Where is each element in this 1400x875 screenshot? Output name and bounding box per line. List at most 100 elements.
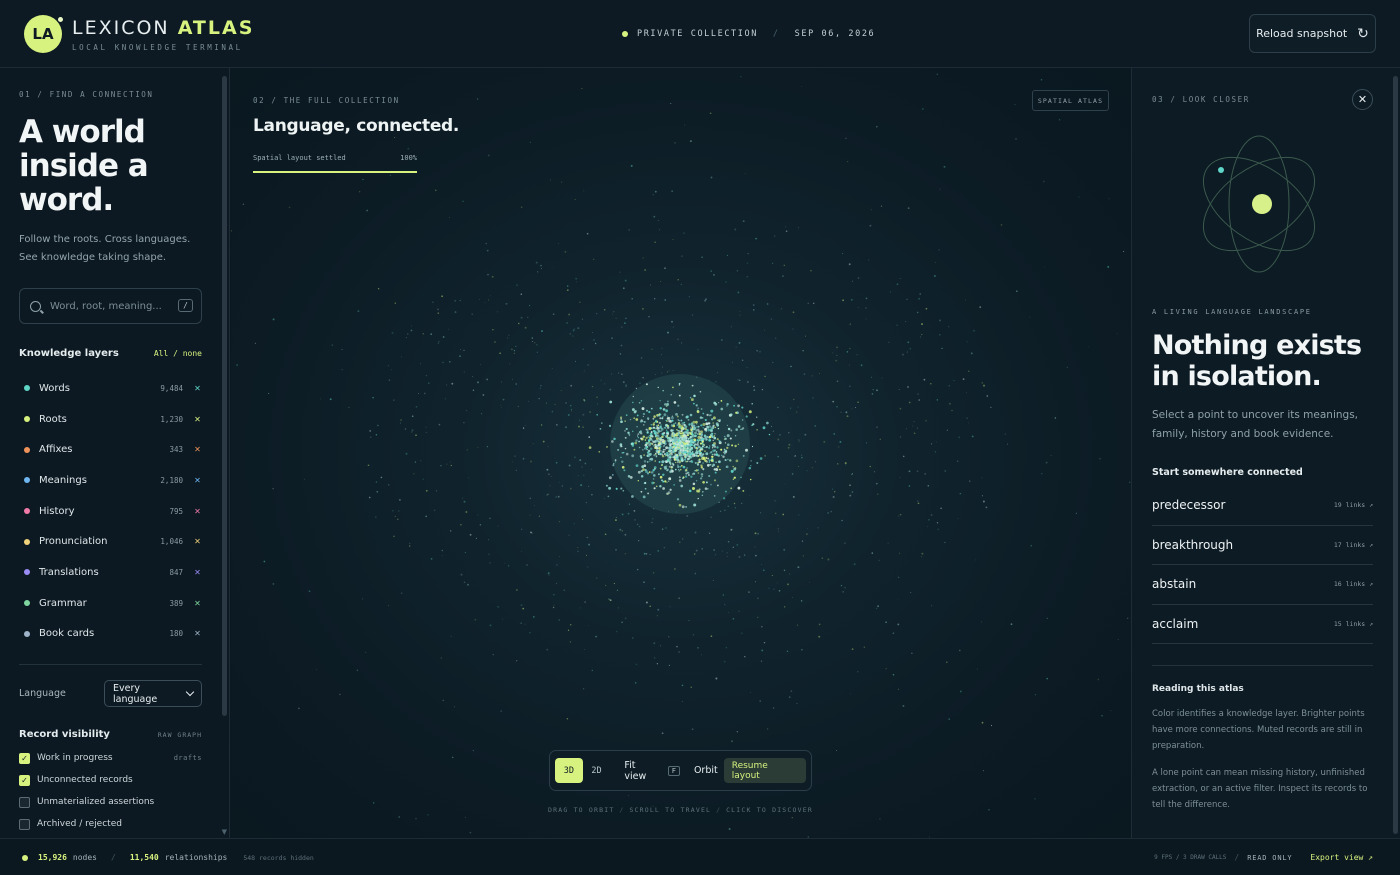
search-box[interactable]: / bbox=[19, 288, 202, 324]
layer-item[interactable]: Grammar 389 ✕ bbox=[19, 588, 202, 619]
graph-node bbox=[739, 310, 741, 312]
layer-count: 795 bbox=[169, 506, 183, 516]
fps-readout: 9 FPS / 3 DRAW CALLS bbox=[1154, 854, 1227, 861]
reload-snapshot-button[interactable]: Reload snapshot ↻ bbox=[1249, 14, 1376, 53]
fit-view-button[interactable]: Fit view F bbox=[616, 758, 688, 783]
checkbox-icon[interactable] bbox=[19, 796, 30, 808]
resume-layout-button[interactable]: Resume layout bbox=[723, 758, 806, 783]
graph-node bbox=[555, 461, 558, 464]
graph-node bbox=[446, 384, 448, 386]
layer-remove-icon[interactable]: ✕ bbox=[193, 384, 202, 393]
graph-node bbox=[791, 472, 794, 475]
layer-remove-icon[interactable]: ✕ bbox=[193, 537, 202, 546]
graph-node bbox=[572, 329, 575, 332]
layer-item[interactable]: Affixes 343 ✕ bbox=[19, 434, 202, 465]
graph-node bbox=[804, 433, 807, 436]
connection-item[interactable]: predecessor 19 links ↗ bbox=[1152, 486, 1373, 526]
layer-remove-icon[interactable]: ✕ bbox=[193, 476, 202, 485]
layer-item[interactable]: Meanings 2,180 ✕ bbox=[19, 465, 202, 496]
layer-item[interactable]: Book cards 180 ✕ bbox=[19, 619, 202, 650]
checkbox-checked-icon[interactable]: ✓ bbox=[19, 752, 30, 764]
layer-remove-icon[interactable]: ✕ bbox=[193, 445, 202, 454]
graph-node bbox=[814, 425, 816, 427]
connection-item[interactable]: abstain 16 links ↗ bbox=[1152, 565, 1373, 605]
graph-node bbox=[1045, 461, 1048, 464]
orbit-button[interactable]: Orbit bbox=[688, 758, 724, 783]
graph-node bbox=[917, 393, 919, 395]
graph-node bbox=[649, 554, 651, 555]
graph-node bbox=[740, 76, 742, 78]
graph-node bbox=[673, 459, 676, 461]
mode-3d-button[interactable]: 3D bbox=[555, 758, 583, 783]
export-view-link[interactable]: Export view ↗ bbox=[1310, 853, 1373, 862]
visibility-option[interactable]: ✓ Unconnected records bbox=[19, 769, 202, 791]
graph-node bbox=[438, 423, 441, 426]
graph-node bbox=[570, 408, 572, 410]
graph-node bbox=[658, 461, 661, 463]
search-input[interactable] bbox=[50, 300, 170, 312]
layer-item[interactable]: Translations 847 ✕ bbox=[19, 557, 202, 588]
layer-remove-icon[interactable]: ✕ bbox=[193, 568, 202, 577]
close-icon[interactable]: ✕ bbox=[1352, 89, 1373, 110]
right-scrollbar[interactable] bbox=[1393, 76, 1398, 834]
checkbox-checked-icon[interactable]: ✓ bbox=[19, 774, 30, 786]
graph-node bbox=[847, 161, 849, 163]
graph-node bbox=[840, 411, 842, 413]
layer-item[interactable]: Pronunciation 1,046 ✕ bbox=[19, 526, 202, 557]
graph-node bbox=[672, 447, 675, 450]
layer-remove-icon[interactable]: ✕ bbox=[193, 629, 202, 638]
raw-graph-tag: RAW GRAPH bbox=[157, 730, 202, 739]
graph-node bbox=[716, 465, 720, 468]
graph-node bbox=[1123, 250, 1125, 253]
graph-view[interactable]: 02 / THE FULL COLLECTION Language, conne… bbox=[231, 68, 1131, 838]
layer-item[interactable]: Roots 1,230 ✕ bbox=[19, 404, 202, 435]
graph-node bbox=[757, 532, 760, 535]
mode-2d-button[interactable]: 2D bbox=[583, 758, 611, 783]
graph-node bbox=[625, 452, 629, 456]
graph-node bbox=[466, 449, 468, 451]
graph-node bbox=[740, 502, 742, 504]
graph-node bbox=[705, 445, 708, 449]
graph-node bbox=[589, 411, 591, 413]
checkbox-icon[interactable] bbox=[19, 818, 30, 830]
graph-node bbox=[939, 188, 941, 190]
visibility-option[interactable]: Unmaterialized assertions bbox=[19, 791, 202, 813]
graph-node bbox=[558, 243, 560, 245]
graph-node bbox=[700, 473, 704, 476]
graph-node bbox=[943, 165, 946, 168]
graph-node bbox=[788, 696, 791, 699]
graph-node bbox=[668, 369, 670, 371]
layer-remove-icon[interactable]: ✕ bbox=[193, 415, 202, 424]
layers-all-none-toggle[interactable]: All / none bbox=[154, 349, 202, 358]
graph-node bbox=[761, 649, 764, 652]
layer-remove-icon[interactable]: ✕ bbox=[193, 507, 202, 516]
graph-node bbox=[687, 418, 690, 421]
connection-item[interactable]: acclaim 15 links ↗ bbox=[1152, 605, 1373, 644]
record-visibility-title: Record visibility bbox=[19, 729, 110, 740]
graph-canvas[interactable] bbox=[231, 68, 1131, 838]
graph-node bbox=[700, 477, 703, 480]
graph-node bbox=[732, 617, 735, 620]
graph-node bbox=[731, 740, 733, 743]
graph-node bbox=[781, 275, 784, 278]
layer-remove-icon[interactable]: ✕ bbox=[193, 599, 202, 608]
graph-node bbox=[622, 489, 625, 492]
language-select[interactable]: Every language bbox=[104, 680, 202, 707]
graph-node bbox=[704, 446, 706, 449]
visibility-option[interactable]: ✓ Work in progress drafts bbox=[19, 747, 202, 769]
graph-node bbox=[898, 576, 900, 578]
graph-node bbox=[315, 668, 317, 671]
graph-node bbox=[705, 452, 709, 456]
graph-node bbox=[695, 429, 698, 432]
atom-illustration bbox=[1202, 135, 1316, 273]
left-scrollbar[interactable] bbox=[222, 76, 227, 716]
visibility-option[interactable]: Archived / rejected bbox=[19, 813, 202, 835]
graph-node bbox=[661, 372, 663, 374]
top-bar: LA LEXICON ATLAS LOCAL KNOWLEDGE TERMINA… bbox=[0, 0, 1400, 68]
graph-node bbox=[907, 341, 910, 344]
graph-node bbox=[665, 527, 667, 529]
connection-item[interactable]: breakthrough 17 links ↗ bbox=[1152, 526, 1373, 565]
layer-item[interactable]: Words 9,484 ✕ bbox=[19, 373, 202, 404]
scroll-down-arrow-icon[interactable]: ▼ bbox=[222, 828, 227, 836]
layer-item[interactable]: History 795 ✕ bbox=[19, 496, 202, 527]
